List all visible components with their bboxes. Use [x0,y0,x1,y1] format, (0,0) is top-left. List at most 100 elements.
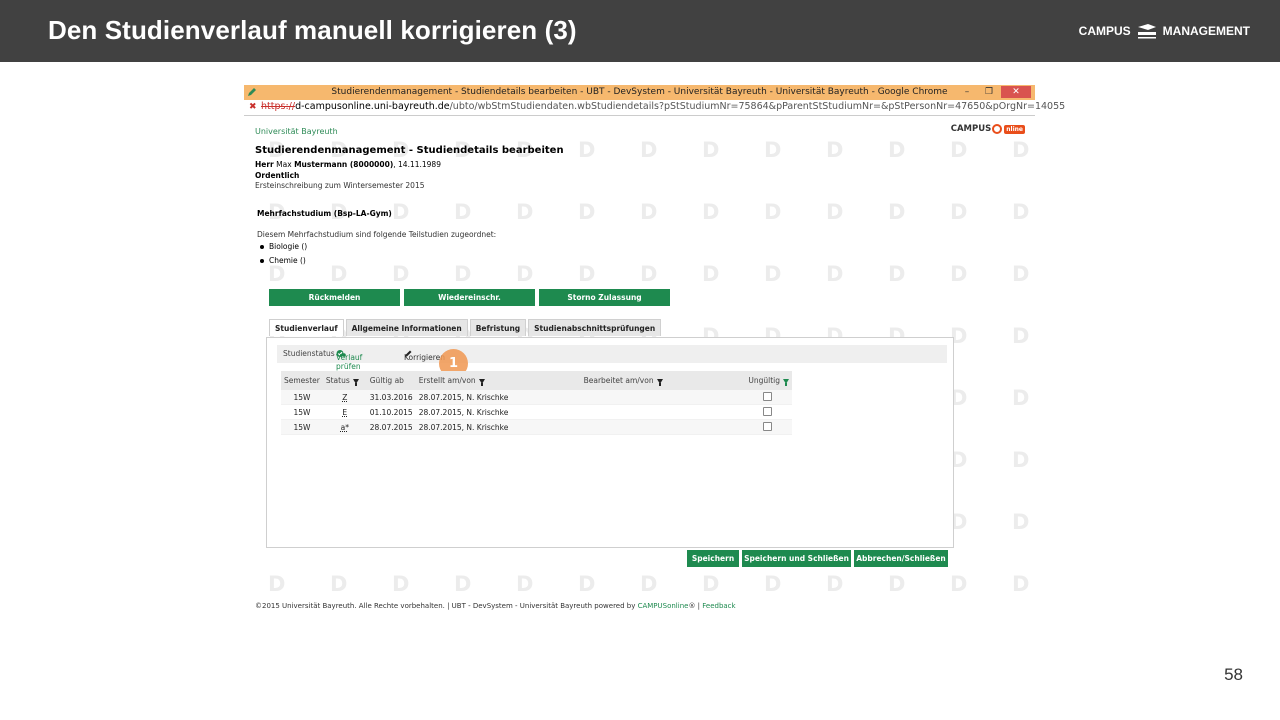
wiedereinschreibung-button[interactable]: Wiedereinschr. [404,289,535,306]
feedback-link[interactable]: Feedback [702,602,735,610]
window-controls: – ❐ ✕ [957,86,1031,98]
watermark-letter: D [702,262,720,286]
campusonline-logo-left: CAMPUS [950,124,992,134]
watermark-letter: D [702,200,720,224]
cell-bearbeitet [580,404,746,420]
url-host: d-campusonline.uni-bayreuth.de [295,101,450,112]
studienstatus-toolbar: Studienstatus Verlauf prüfen Korrigieren… [277,345,947,378]
toolbar-label: Studienstatus [283,349,335,358]
mehrfachstudium-title: Mehrfachstudium (Bsp-LA-Gym) [257,209,392,218]
cell-status: a* [322,419,367,435]
watermark-letter: D [454,200,472,224]
teilstudien-list: Biologie () Chemie () [259,240,307,268]
watermark-letter: D [1012,138,1030,162]
watermark-letter: D [516,572,534,596]
watermark-letter: D [1012,386,1030,410]
watermark-letter: D [764,200,782,224]
cell-gueltig-ab: 31.03.2016 [366,390,416,405]
watermark-letter: D [888,138,906,162]
verlauf-pruefen-link[interactable]: Verlauf prüfen [336,349,362,371]
filter-icon[interactable] [478,378,485,386]
col-semester: Semester [281,371,323,390]
brand-mark-icon [1137,24,1156,39]
cell-erstellt: 28.07.2015, N. Krischke [415,404,581,420]
address-bar[interactable]: ✖ https://d-campusonline.uni-bayreuth.de… [244,100,1065,116]
footer-reg: ® | [688,602,703,610]
watermark-letter: D [454,572,472,596]
table-row: 15W a* 28.07.2015 28.07.2015, N. Krischk… [281,419,792,435]
slide-title: Den Studienverlauf manuell korrigieren (… [48,15,577,45]
watermark-letter: D [454,262,472,286]
abbrechen-schliessen-button[interactable]: Abbrechen/Schließen [854,550,948,567]
close-button[interactable]: ✕ [1001,86,1031,98]
tab-befristung[interactable]: Befristung [469,319,527,336]
tab-bar: Studienverlauf Allgemeine Informationen … [269,319,662,336]
watermark-letter: D [1012,448,1030,472]
watermark-letter: D [950,572,968,596]
university-name: Universität Bayreuth [255,127,338,136]
col-erstellt: Erstellt am/von [415,371,581,390]
table-header-row: Semester Status Gültig ab Erstellt am/vo… [281,371,792,390]
cell-ungueltig [745,390,792,405]
speichern-und-schliessen-button[interactable]: Speichern und Schließen [742,550,851,567]
status-code[interactable]: E [342,408,347,417]
status-code[interactable]: Z [342,393,347,402]
browser-window: Studierendenmanagement - Studiendetails … [244,85,1065,620]
watermark-letter: D [640,138,658,162]
table-row: 15W E 01.10.2015 28.07.2015, N. Krischke [281,404,792,420]
watermark-letter: D [330,262,348,286]
url-scheme: https:// [261,101,296,112]
brand-right-text: MANAGEMENT [1162,24,1250,38]
watermark-letter: D [764,138,782,162]
url-text[interactable]: https://d-campusonline.uni-bayreuth.de/u… [261,101,1065,112]
footer-text: ©2015 Universität Bayreuth. Alle Rechte … [255,602,638,610]
first-name: Max [276,160,292,169]
watermark-letter: D [1012,324,1030,348]
watermark-letter: D [516,262,534,286]
insecure-lock-icon: ✖ [249,102,257,112]
status-code[interactable]: a* [341,423,349,432]
action-buttons: Rückmelden Wiedereinschr. Storno Zulassu… [269,289,670,306]
filter-icon[interactable] [352,378,359,386]
watermark-letter: D [578,262,596,286]
enrollment-info: Ersteinschreibung zum Wintersemester 201… [255,181,425,190]
minimize-button[interactable]: – [957,86,977,98]
watermark-letter: D [888,572,906,596]
col-semester-label: Semester [284,376,320,385]
cell-gueltig-ab: 01.10.2015 [366,404,416,420]
campusonline-logo: CAMPUS nline [951,124,1025,134]
ungueltig-checkbox[interactable] [763,421,772,431]
speichern-button[interactable]: Speichern [687,550,739,567]
tab-allgemeine-informationen[interactable]: Allgemeine Informationen [345,319,468,336]
campus-management-logo: CAMPUS MANAGEMENT [1079,21,1250,41]
filter-active-icon[interactable] [783,378,789,386]
watermark-letter: D [578,138,596,162]
watermark-letter: D [888,200,906,224]
korrigieren-link[interactable]: Korrigieren [404,349,445,362]
ungueltig-checkbox[interactable] [763,406,772,416]
col-bearbeitet-label: Bearbeitet am/von [583,376,654,385]
rueckmelden-button[interactable]: Rückmelden [269,289,400,306]
teilstudien-intro: Diesem Mehrfachstudium sind folgende Tei… [257,230,497,239]
storno-zulassung-button[interactable]: Storno Zulassung [539,289,670,306]
tab-studienabschnittspruefungen[interactable]: Studienabschnittsprüfungen [528,319,662,336]
verlauf-pruefen-label: Verlauf prüfen [336,353,363,371]
cell-ungueltig [745,419,792,435]
salutation: Herr [255,160,274,169]
filter-icon[interactable] [656,378,663,386]
ungueltig-checkbox[interactable] [763,391,772,401]
cell-semester: 15W [281,419,323,435]
last-name-id: Mustermann (8000000) [294,160,394,169]
watermark-letter: D [950,138,968,162]
watermark-letter: D [1012,262,1030,286]
campusonline-link[interactable]: CAMPUSonline [638,602,689,610]
cell-bearbeitet [580,419,746,435]
watermark-letter: D [640,572,658,596]
watermark-letter: D [1012,200,1030,224]
maximize-button[interactable]: ❐ [979,86,999,98]
url-path: /ubto/wbStmStudiendaten.wbStudiendetails… [449,101,1066,112]
tab-studienverlauf[interactable]: Studienverlauf [269,319,344,336]
cell-bearbeitet [580,390,746,405]
brand-left-text: CAMPUS [1078,24,1131,38]
cell-semester: 15W [281,404,323,420]
